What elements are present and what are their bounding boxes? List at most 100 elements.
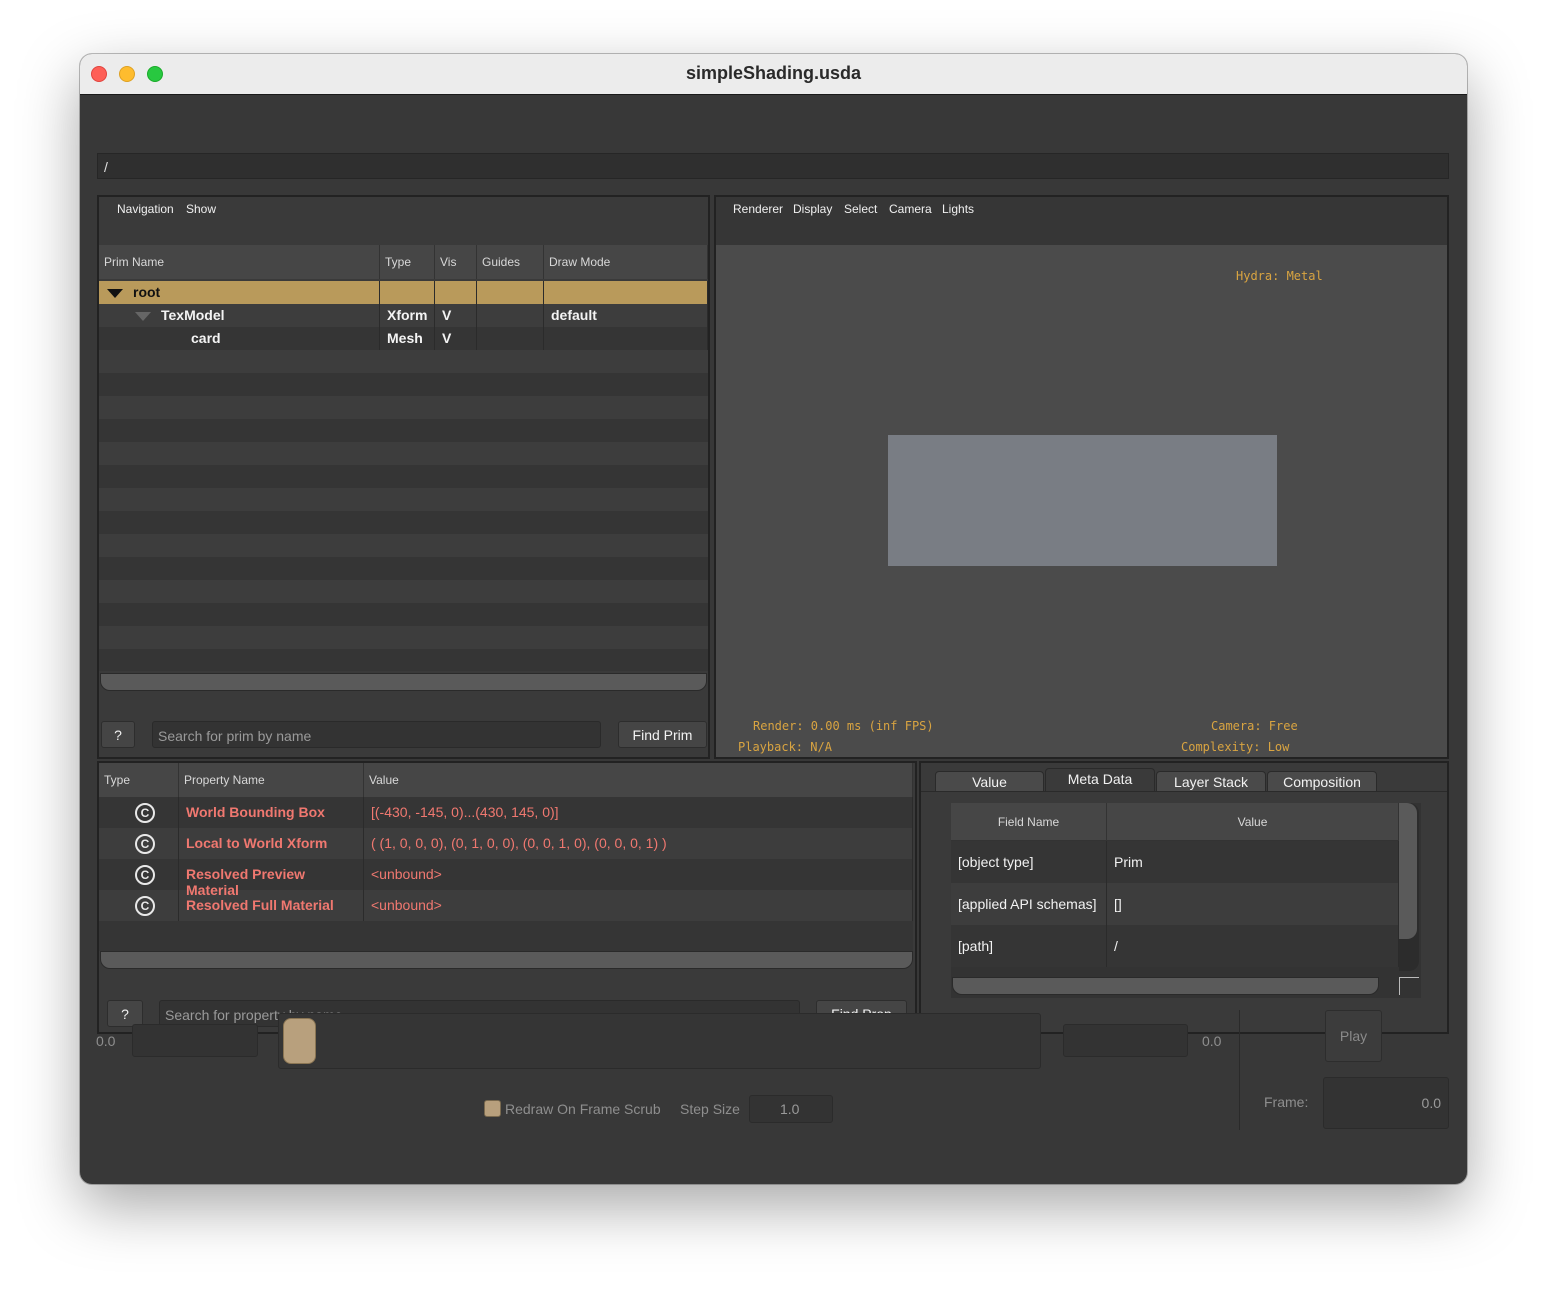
property-row[interactable]: C Resolved Full Material <unbound> <box>99 890 913 921</box>
menu-camera[interactable]: Camera <box>889 202 932 216</box>
end-frame-field[interactable] <box>1063 1024 1188 1057</box>
property-row[interactable]: C World Bounding Box [(-430, -145, 0)...… <box>99 797 913 828</box>
metadata-hscrollbar[interactable] <box>952 977 1379 995</box>
prim-draw-mode[interactable]: default <box>544 304 708 327</box>
title-bar: simpleShading.usda <box>80 54 1467 95</box>
expand-arrow-icon[interactable] <box>107 288 123 298</box>
viewport-panel[interactable]: Renderer Display Select Camera Lights Hy… <box>714 195 1449 759</box>
expand-arrow-icon[interactable] <box>135 311 151 321</box>
prim-name: root <box>133 284 161 300</box>
metadata-row[interactable]: [applied API schemas] [] <box>951 883 1399 925</box>
property-name: World Bounding Box <box>179 797 364 828</box>
tab-divider <box>921 791 1447 792</box>
property-row[interactable]: C Resolved Preview Material <unbound> <box>99 859 913 898</box>
prim-guides[interactable] <box>477 327 544 350</box>
metadata-value: / <box>1107 925 1399 967</box>
start-time-label: 0.0 <box>96 1033 116 1049</box>
col-prim-name[interactable]: Prim Name <box>99 245 380 279</box>
prim-name: card <box>99 327 380 350</box>
menu-navigation[interactable]: Navigation <box>117 202 174 216</box>
tab-composition[interactable]: Composition <box>1267 771 1377 791</box>
metadata-row[interactable]: [object type] Prim <box>951 841 1399 883</box>
menu-renderer[interactable]: Renderer <box>733 202 783 216</box>
col-type[interactable]: Type <box>380 245 435 279</box>
render-time-label: Render: 0.00 ms (inf FPS) <box>753 719 934 733</box>
menu-lights[interactable]: Lights <box>942 202 974 216</box>
complexity-label: Complexity: Low <box>1181 740 1290 754</box>
computed-property-icon: C <box>135 803 155 823</box>
prim-vis-toggle[interactable]: V <box>435 304 477 327</box>
metadata-table-header: Field Name Value <box>951 803 1399 840</box>
menu-show[interactable]: Show <box>186 202 216 216</box>
frame-slider-track[interactable] <box>278 1013 1041 1069</box>
metadata-panel: Value Meta Data Layer Stack Composition … <box>919 761 1449 1034</box>
play-button[interactable]: Play <box>1325 1010 1382 1062</box>
property-value: [(-430, -145, 0)...(430, 145, 0)] <box>364 797 913 828</box>
prim-browser-panel: Navigation Show Prim Name Type Vis Guide… <box>97 195 710 759</box>
col-property-name[interactable]: Property Name <box>179 763 364 797</box>
metadata-field: [object type] <box>951 841 1107 883</box>
prim-row-card[interactable]: card Mesh V <box>99 327 708 350</box>
col-vis[interactable]: Vis <box>435 245 477 279</box>
property-list-hscrollbar[interactable] <box>100 951 913 969</box>
prim-type: Xform <box>380 304 435 327</box>
end-time-label: 0.0 <box>1202 1033 1222 1049</box>
prim-help-button[interactable]: ? <box>101 721 135 748</box>
prim-browser-menubar: Navigation Show <box>99 197 708 245</box>
metadata-value: [] <box>1107 883 1399 925</box>
prim-name: TexModel <box>161 307 225 323</box>
metadata-row[interactable]: [path] / <box>951 925 1399 967</box>
metadata-value: Prim <box>1107 841 1399 883</box>
hydra-renderer-label: Hydra: Metal <box>1236 269 1323 283</box>
tab-value[interactable]: Value <box>935 771 1044 791</box>
prim-type: Mesh <box>380 327 435 350</box>
main-area: / Navigation Show Prim Name Type Vis Gui… <box>80 95 1467 1184</box>
redraw-on-scrub-checkbox[interactable] <box>484 1100 501 1117</box>
start-frame-field[interactable] <box>132 1024 258 1057</box>
path-bar[interactable]: / <box>97 153 1449 179</box>
step-size-input[interactable]: 1.0 <box>749 1095 833 1123</box>
col-prop-type[interactable]: Type <box>99 763 179 797</box>
metadata-vscroll-thumb[interactable] <box>1399 803 1417 939</box>
property-help-button[interactable]: ? <box>107 1000 143 1027</box>
resize-corner-icon[interactable] <box>1399 977 1419 995</box>
col-prop-value[interactable]: Value <box>364 763 913 797</box>
window-title: simpleShading.usda <box>685 63 862 83</box>
property-panel: Type Property Name Value C World Boundin… <box>97 761 917 1034</box>
tab-layer-stack[interactable]: Layer Stack <box>1156 771 1266 791</box>
camera-label: Camera: Free <box>1211 719 1298 733</box>
prim-guides[interactable] <box>477 304 544 327</box>
col-draw-mode[interactable]: Draw Mode <box>544 245 708 279</box>
prim-row-root[interactable]: root <box>99 281 708 304</box>
prim-table-header: Prim Name Type Vis Guides Draw Mode <box>99 245 708 279</box>
viewport-menubar: Renderer Display Select Camera Lights <box>716 197 1447 245</box>
property-value: <unbound> <box>364 890 913 921</box>
col-field-name[interactable]: Field Name <box>951 803 1107 840</box>
redraw-on-scrub-label: Redraw On Frame Scrub <box>505 1101 661 1117</box>
prim-tree: root TexModel Xform V default card Mesh … <box>99 279 708 671</box>
frame-input[interactable]: 0.0 <box>1323 1077 1449 1129</box>
metadata-field: [applied API schemas] <box>951 883 1107 925</box>
find-prim-button[interactable]: Find Prim <box>618 721 707 748</box>
prim-search-input[interactable]: Search for prim by name <box>152 721 601 748</box>
property-row[interactable]: C Local to World Xform ( (1, 0, 0, 0), (… <box>99 828 913 859</box>
property-name: Resolved Preview Material <box>179 859 364 898</box>
prim-row-texmodel[interactable]: TexModel Xform V default <box>99 304 708 327</box>
computed-property-icon: C <box>135 865 155 885</box>
property-value: ( (1, 0, 0, 0), (0, 1, 0, 0), (0, 0, 1, … <box>364 828 913 859</box>
computed-property-icon: C <box>135 834 155 854</box>
prim-draw-mode[interactable] <box>544 327 708 350</box>
col-meta-value[interactable]: Value <box>1107 803 1399 840</box>
col-guides[interactable]: Guides <box>477 245 544 279</box>
property-value: <unbound> <box>364 859 913 890</box>
menu-select[interactable]: Select <box>844 202 877 216</box>
prim-tree-hscrollbar[interactable] <box>100 673 707 691</box>
property-table-header: Type Property Name Value <box>99 763 913 797</box>
menu-display[interactable]: Display <box>793 202 832 216</box>
card-mesh[interactable] <box>888 435 1277 566</box>
property-list: C World Bounding Box [(-430, -145, 0)...… <box>99 797 913 951</box>
metadata-vscroll-track[interactable] <box>1399 803 1419 971</box>
prim-vis-toggle[interactable]: V <box>435 327 477 350</box>
tab-meta-data[interactable]: Meta Data <box>1045 768 1155 791</box>
frame-slider-thumb[interactable] <box>283 1018 316 1064</box>
